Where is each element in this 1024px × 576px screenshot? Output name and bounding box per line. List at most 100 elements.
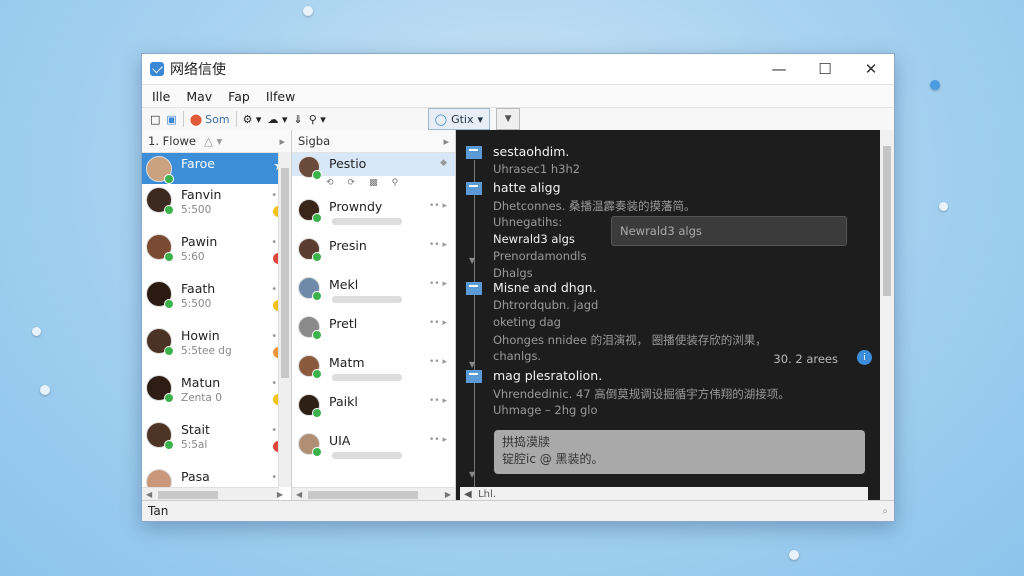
contacts-header: 1. Flowe △ ▾ ▸ <box>142 130 291 153</box>
title-bar: 网络信使 — ☐ ✕ <box>142 54 894 85</box>
contact-item[interactable]: Pawin5:60•• <box>142 231 291 278</box>
conversation-name: Matm <box>329 355 365 370</box>
conversation-name: Mekl <box>329 277 359 292</box>
copy-icon[interactable]: ▩ <box>369 178 378 196</box>
conversation-name: Paikl <box>329 394 358 409</box>
timeline-arrow-icon: ▼ <box>469 360 476 369</box>
more-icon[interactable]: •• ▸ <box>429 279 447 289</box>
menu-tools[interactable]: Fap <box>226 89 252 104</box>
window-title: 网络信使 <box>170 62 226 78</box>
contact-item[interactable]: Stait5:5al•• <box>142 419 291 466</box>
contact-name: Fanvin <box>181 187 222 202</box>
avatar <box>298 316 322 340</box>
conversation-name: Pretl <box>329 316 358 331</box>
tab-dropdown-button[interactable]: ▼ <box>496 108 521 130</box>
avatar <box>146 375 174 403</box>
contact-name: Stait <box>181 422 210 437</box>
contact-name: Matun <box>181 375 221 390</box>
contact-item[interactable]: Faroe★ <box>142 153 291 184</box>
conversation-item[interactable]: Matm •• ▸ <box>292 352 455 391</box>
filter-icon[interactable]: △ ▾ <box>204 134 222 148</box>
online-status-icon <box>164 299 174 309</box>
toolbar-separator <box>182 111 184 127</box>
contact-name: Faroe <box>181 156 215 171</box>
next-arrow-icon[interactable]: ▸ <box>443 135 449 148</box>
more-icon[interactable]: •• ▸ <box>429 435 447 445</box>
next-arrow-icon[interactable]: ▸ <box>279 135 285 148</box>
chevron-down-icon: ▾ <box>477 112 484 126</box>
timeline-line <box>474 160 475 500</box>
message-flag-icon <box>466 370 482 383</box>
contact-name: Howin <box>181 328 220 343</box>
search-icon[interactable]: ⚲ <box>392 178 399 196</box>
conversations-panel: Sigba ▸ Pestio ◆ ⟲ ⟳ ▩ ⚲ Prowndy •• ▸ Presin •• ▸… <box>292 130 456 501</box>
contact-item[interactable]: Howin5:5tee dg•• <box>142 325 291 372</box>
contacts-hscrollbar[interactable]: ◀ ▶ <box>142 487 283 501</box>
online-status-icon <box>164 174 174 184</box>
new-file-icon[interactable]: □ <box>150 113 160 126</box>
menu-view[interactable]: Ilfew <box>264 89 297 104</box>
online-status-icon <box>312 447 322 457</box>
avatar <box>146 187 174 215</box>
conversation-item[interactable]: Pestio ◆ <box>292 153 455 180</box>
toolbar: □ ▣ ⬤ Som ⚙ ▾ ☁ ▾ ⇓ ⚲ ▾ ◯ Gtix ▾ ▼ <box>142 107 894 131</box>
contact-status-text: Zenta 0 <box>181 392 222 404</box>
emoticon-button[interactable]: ⬤ Som <box>190 113 230 126</box>
menu-file[interactable]: Ille <box>150 89 172 104</box>
preview-bar <box>332 296 402 303</box>
conversation-item[interactable]: Paikl •• ▸ <box>292 391 455 430</box>
maximize-button[interactable]: ☐ <box>802 54 848 84</box>
more-icon[interactable]: •• ▸ <box>429 240 447 250</box>
contact-item[interactable]: Faath5:500•• <box>142 278 291 325</box>
contacts-scrollbar[interactable] <box>278 152 291 487</box>
online-status-icon <box>164 252 174 262</box>
contact-item[interactable]: MatunZenta 0•• <box>142 372 291 419</box>
conversation-item[interactable]: Mekl •• ▸ <box>292 274 455 313</box>
contact-item[interactable]: Fanvin5:500•• <box>142 184 291 231</box>
image-icon[interactable]: ▣ <box>166 113 176 126</box>
online-status-icon <box>312 291 322 301</box>
more-icon[interactable]: •• ▸ <box>429 318 447 328</box>
online-status-icon <box>164 205 174 215</box>
reply-line: 锭腔ic @ 黑装的。 <box>502 452 604 466</box>
online-status-icon <box>164 346 174 356</box>
online-status-icon <box>164 440 174 450</box>
avatar <box>298 277 322 301</box>
message-hscrollbar[interactable]: ◀ Lhl. <box>460 487 868 501</box>
context-tab[interactable]: ◯ Gtix ▾ <box>427 108 491 130</box>
message-flag-icon <box>466 146 482 159</box>
online-status-icon <box>312 369 322 379</box>
message-line: Uhnegatihs: <box>493 215 563 229</box>
conversation-name: UIA <box>329 433 351 448</box>
close-button[interactable]: ✕ <box>848 54 894 84</box>
reply-icon[interactable]: ⟲ <box>326 178 334 196</box>
conversation-item[interactable]: UIA •• ▸ <box>292 430 455 469</box>
search-icon[interactable]: ⚲ ▾ <box>309 113 326 126</box>
minimize-button[interactable]: — <box>756 54 802 84</box>
message-scrollbar[interactable] <box>880 130 894 501</box>
contact-name: Pawin <box>181 234 218 249</box>
avatar <box>298 355 322 379</box>
message-view: sestaohdim. Uhrasec1 h3h2 hatte aligg Dhetc… <box>456 130 894 501</box>
share-icon[interactable]: ☁ ▾ <box>267 113 287 126</box>
more-icon[interactable]: •• ▸ <box>429 357 447 367</box>
conversation-item[interactable]: Presin •• ▸ <box>292 235 455 274</box>
pin-icon[interactable]: ◆ <box>440 158 447 168</box>
download-icon[interactable]: ⇓ <box>293 113 302 126</box>
forward-icon[interactable]: ⟳ <box>348 178 356 196</box>
more-icon[interactable]: •• ▸ <box>429 396 447 406</box>
contact-status-text: 5:500 <box>181 204 212 216</box>
attach-icon[interactable]: ⚙ ▾ <box>243 113 262 126</box>
conversation-item[interactable]: Prowndy •• ▸ <box>292 196 455 235</box>
contact-status-text: 5:5tee dg <box>181 345 232 357</box>
resize-grip-icon[interactable]: ⌕ <box>882 506 888 517</box>
conversation-item[interactable]: Pretl •• ▸ <box>292 313 455 352</box>
preview-bar <box>332 218 402 225</box>
more-icon[interactable]: •• ▸ <box>429 201 447 211</box>
background-dot <box>40 385 50 395</box>
info-icon[interactable]: i <box>857 350 872 365</box>
reply-box[interactable]: 拱捣漠牍 锭腔ic @ 黑装的。 <box>494 430 865 474</box>
status-bar: Tan ⌕ <box>142 500 894 521</box>
menu-edit[interactable]: Mav <box>184 89 214 104</box>
conversations-hscrollbar[interactable]: ◀ ▶ <box>292 487 455 501</box>
